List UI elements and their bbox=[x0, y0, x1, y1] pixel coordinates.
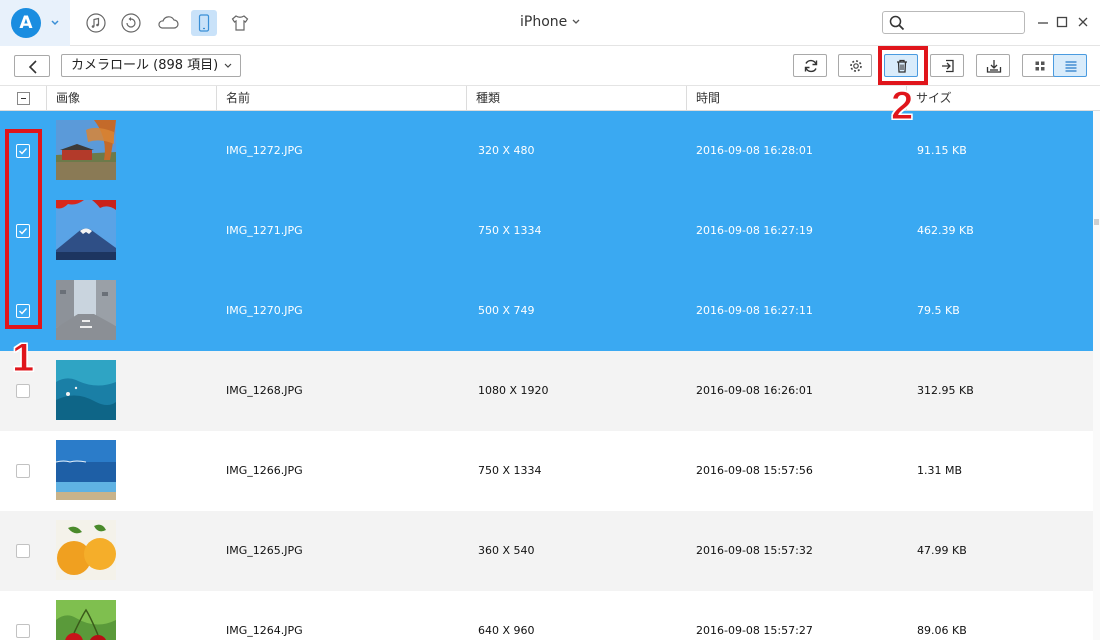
maximize-icon[interactable] bbox=[1055, 15, 1069, 29]
photo-thumbnail[interactable] bbox=[56, 520, 116, 580]
title-bar: A iPhone bbox=[0, 0, 1100, 46]
album-selector[interactable]: カメラロール (898 項目) bbox=[61, 54, 242, 77]
music-icon[interactable] bbox=[83, 10, 109, 36]
timestamp: 2016-09-08 16:28:01 bbox=[696, 144, 813, 157]
file-name: IMG_1272.JPG bbox=[226, 144, 303, 157]
file-size: 312.95 KB bbox=[917, 384, 974, 397]
file-size: 47.99 KB bbox=[917, 544, 967, 557]
import-icon bbox=[942, 59, 954, 73]
photo-thumbnail[interactable] bbox=[56, 280, 116, 340]
row-checkbox[interactable] bbox=[16, 464, 30, 478]
annotation-box-delete bbox=[878, 46, 928, 85]
timestamp: 2016-09-08 15:57:56 bbox=[696, 464, 813, 477]
image-dimensions: 640 X 960 bbox=[478, 624, 535, 637]
list-view-icon bbox=[1065, 61, 1077, 72]
table-row[interactable]: IMG_1272.JPG 320 X 480 2016-09-08 16:28:… bbox=[0, 111, 1093, 191]
row-checkbox[interactable] bbox=[16, 624, 30, 638]
row-checkbox[interactable] bbox=[16, 544, 30, 558]
import-button[interactable] bbox=[930, 54, 964, 77]
close-icon[interactable] bbox=[1076, 15, 1090, 29]
column-header-name[interactable]: 名前 bbox=[216, 86, 466, 111]
device-name[interactable]: iPhone bbox=[520, 14, 567, 30]
column-header-type[interactable]: 種類 bbox=[466, 86, 686, 111]
annotation-step-2: 2 bbox=[890, 84, 914, 129]
export-icon bbox=[986, 60, 1002, 73]
file-size: 79.5 KB bbox=[917, 304, 960, 317]
table-row[interactable]: IMG_1270.JPG 500 X 749 2016-09-08 16:27:… bbox=[0, 271, 1093, 351]
search-box[interactable] bbox=[882, 11, 1025, 34]
file-name: IMG_1265.JPG bbox=[226, 544, 303, 557]
image-dimensions: 1080 X 1920 bbox=[478, 384, 549, 397]
settings-icon bbox=[850, 60, 862, 72]
row-checkbox[interactable] bbox=[16, 384, 30, 398]
settings-button[interactable] bbox=[838, 54, 872, 77]
image-dimensions: 360 X 540 bbox=[478, 544, 535, 557]
photo-thumbnail[interactable] bbox=[56, 360, 116, 420]
column-header-time[interactable]: 時間 bbox=[686, 86, 906, 111]
scrollbar[interactable] bbox=[1093, 111, 1100, 640]
timestamp: 2016-09-08 16:27:19 bbox=[696, 224, 813, 237]
file-name: IMG_1268.JPG bbox=[226, 384, 303, 397]
export-button[interactable] bbox=[976, 54, 1010, 77]
timestamp: 2016-09-08 15:57:32 bbox=[696, 544, 813, 557]
image-dimensions: 320 X 480 bbox=[478, 144, 535, 157]
image-dimensions: 750 X 1334 bbox=[478, 224, 542, 237]
table-row[interactable]: IMG_1264.JPG 640 X 960 2016-09-08 15:57:… bbox=[0, 591, 1093, 640]
column-header-image[interactable]: 画像 bbox=[46, 86, 216, 111]
file-size: 462.39 KB bbox=[917, 224, 974, 237]
app-menu[interactable]: A bbox=[0, 0, 70, 46]
phone-icon[interactable] bbox=[191, 10, 217, 36]
table-header: 画像 名前 種類 時間 サイズ bbox=[0, 86, 1100, 111]
photo-thumbnail[interactable] bbox=[56, 440, 116, 500]
table-row[interactable]: IMG_1268.JPG 1080 X 1920 2016-09-08 16:2… bbox=[0, 351, 1093, 431]
list-view-button[interactable] bbox=[1053, 54, 1087, 77]
file-size: 91.15 KB bbox=[917, 144, 967, 157]
photo-thumbnail[interactable] bbox=[56, 600, 116, 640]
select-all-checkbox[interactable] bbox=[17, 92, 30, 105]
chevron-down-icon[interactable] bbox=[50, 18, 60, 28]
timestamp: 2016-09-08 16:27:11 bbox=[696, 304, 813, 317]
grid-view-icon bbox=[1035, 61, 1045, 71]
back-button[interactable] bbox=[14, 55, 50, 77]
tshirt-icon[interactable] bbox=[227, 10, 253, 36]
annotation-step-1: 1 bbox=[11, 336, 35, 381]
photo-list[interactable]: IMG_1272.JPG 320 X 480 2016-09-08 16:28:… bbox=[0, 111, 1093, 640]
search-input[interactable] bbox=[909, 14, 1019, 31]
table-row[interactable]: IMG_1266.JPG 750 X 1334 2016-09-08 15:57… bbox=[0, 431, 1093, 511]
file-size: 89.06 KB bbox=[917, 624, 967, 637]
album-label: カメラロール (898 項目) bbox=[71, 58, 219, 73]
image-dimensions: 500 X 749 bbox=[478, 304, 535, 317]
table-row[interactable]: IMG_1271.JPG 750 X 1334 2016-09-08 16:27… bbox=[0, 191, 1093, 271]
icloud-icon[interactable] bbox=[155, 10, 181, 36]
chevron-down-icon[interactable] bbox=[571, 17, 581, 27]
chevron-down-icon bbox=[224, 63, 232, 68]
file-name: IMG_1271.JPG bbox=[226, 224, 303, 237]
file-name: IMG_1264.JPG bbox=[226, 624, 303, 637]
image-dimensions: 750 X 1334 bbox=[478, 464, 542, 477]
file-name: IMG_1270.JPG bbox=[226, 304, 303, 317]
file-name: IMG_1266.JPG bbox=[226, 464, 303, 477]
column-header-size[interactable]: サイズ bbox=[906, 86, 1100, 111]
search-icon bbox=[889, 15, 905, 31]
refresh-button[interactable] bbox=[793, 54, 827, 77]
chevron-left-icon bbox=[28, 60, 37, 74]
table-row[interactable]: IMG_1265.JPG 360 X 540 2016-09-08 15:57:… bbox=[0, 511, 1093, 591]
grid-view-button[interactable] bbox=[1022, 54, 1056, 77]
photo-thumbnail[interactable] bbox=[56, 200, 116, 260]
photo-thumbnail[interactable] bbox=[56, 120, 116, 180]
timestamp: 2016-09-08 15:57:27 bbox=[696, 624, 813, 637]
minimize-icon[interactable] bbox=[1036, 15, 1050, 29]
app-logo-icon[interactable]: A bbox=[11, 8, 41, 38]
file-size: 1.31 MB bbox=[917, 464, 963, 477]
scrollbar-thumb[interactable] bbox=[1094, 219, 1099, 225]
refresh-icon bbox=[804, 59, 818, 73]
backup-icon[interactable] bbox=[118, 10, 144, 36]
timestamp: 2016-09-08 16:26:01 bbox=[696, 384, 813, 397]
annotation-box-checkboxes bbox=[5, 129, 42, 329]
toolbar: カメラロール (898 項目) bbox=[0, 46, 1100, 86]
